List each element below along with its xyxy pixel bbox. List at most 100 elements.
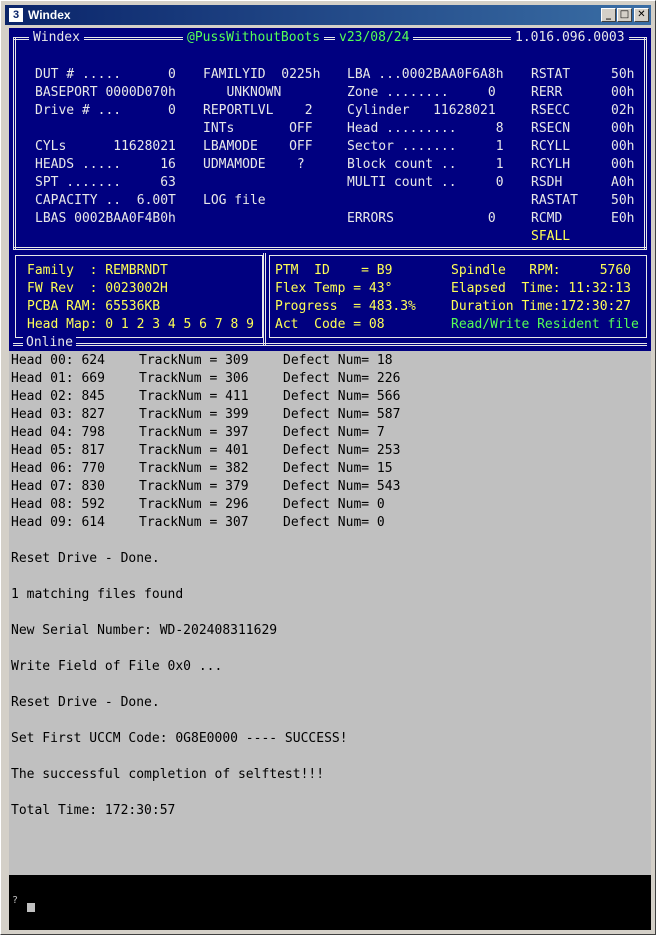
info-line: BASEPORT 0000D070h: [35, 85, 176, 100]
register-label: RSDH: [531, 175, 563, 190]
duration-time: Duration Time:172:30:27: [451, 299, 632, 314]
minimize-button[interactable]: _: [601, 8, 616, 22]
track-cell: TrackNum = 411: [139, 389, 249, 404]
info-line: ERRORS 0: [347, 211, 496, 226]
window-title: Windex: [28, 8, 71, 22]
defect-cell: Defect Num= 226: [283, 371, 401, 386]
frame-divider: [13, 247, 647, 250]
spindle-rpm: Spindle RPM: 5760: [451, 263, 632, 278]
register-value: 02h: [611, 103, 635, 118]
register-label: RERR: [531, 85, 563, 100]
close-button[interactable]: ✕: [634, 8, 649, 22]
info-line: Cylinder 11628021: [347, 103, 496, 118]
head-map-line: Head Map: 0 1 2 3 4 5 6 7 8 9: [27, 317, 254, 332]
family-line: Family : REMBRNDT: [27, 263, 168, 278]
register-value: 50h: [611, 193, 635, 208]
progress: Progress = 483.3%: [275, 299, 416, 314]
frame-bottom: [13, 343, 647, 346]
info-line: CYLs 11628021: [35, 139, 176, 154]
log-line: Write Field of File 0x0 ...: [11, 659, 223, 674]
register-value: 00h: [611, 85, 635, 100]
info-line: LOG file: [203, 193, 266, 208]
register-label: RSECC: [531, 103, 571, 118]
defect-cell: Defect Num= 15: [283, 461, 393, 476]
head-cell: Head 06: 770: [11, 461, 105, 476]
register-label: RASTAT: [531, 193, 578, 208]
info-line: SPT ....... 63: [35, 175, 176, 190]
log-line: The successful completion of selftest!!!: [11, 767, 325, 782]
defect-cell: Defect Num= 253: [283, 443, 401, 458]
info-line: LBA ...0002BAA0F6A8h: [347, 67, 504, 82]
log-line: 1 matching files found: [11, 587, 184, 602]
flex-temp: Flex Temp = 43°: [275, 281, 393, 296]
register-value: 00h: [611, 157, 635, 172]
mode-label: Read/Write Resident file: [451, 317, 639, 332]
track-cell: TrackNum = 306: [139, 371, 249, 386]
maximize-button[interactable]: □: [617, 8, 632, 22]
fw-rev-line: FW Rev : 0023002H: [27, 281, 168, 296]
register-label: RCYLH: [531, 157, 571, 172]
info-line: MULTI count .. 0: [347, 175, 504, 190]
track-cell: TrackNum = 307: [139, 515, 249, 530]
console-area[interactable]: Windex @PussWithoutBoots v23/08/24 1.016…: [9, 28, 651, 930]
track-cell: TrackNum = 379: [139, 479, 249, 494]
online-label: Online: [23, 335, 76, 351]
head-cell: Head 01: 669: [11, 371, 105, 386]
panel-divider: [263, 253, 266, 346]
head-cell: Head 00: 624: [11, 353, 105, 368]
info-line: Zone ........ 0: [347, 85, 496, 100]
info-line: DUT # ..... 0: [35, 67, 176, 82]
register-value: 50h: [611, 67, 635, 82]
register-value: 00h: [611, 121, 635, 136]
prompt-glyph: ?: [12, 895, 19, 906]
info-line: REPORTLVL 2: [203, 103, 313, 118]
header-app: Windex: [29, 29, 84, 47]
head-cell: Head 08: 592: [11, 497, 105, 512]
act-code: Act Code = 08: [275, 317, 385, 332]
log-line: Total Time: 172:30:57: [11, 803, 176, 818]
header-build: 1.016.096.0003: [511, 29, 629, 47]
log-line: Reset Drive - Done.: [11, 695, 160, 710]
defect-cell: Defect Num= 0: [283, 515, 385, 530]
windex-window: 3 Windex _ □ ✕ Windex @PussWithoutBoots …: [0, 0, 656, 935]
head-cell: Head 07: 830: [11, 479, 105, 494]
head-cell: Head 05: 817: [11, 443, 105, 458]
app-icon[interactable]: 3: [9, 8, 23, 22]
info-line: HEADS ..... 16: [35, 157, 176, 172]
info-line: Sector ....... 1: [347, 139, 504, 154]
info-line: UDMAMODE ?: [203, 157, 305, 172]
register-label: SFALL: [531, 229, 571, 244]
info-line: Block count .. 1: [347, 157, 504, 172]
defect-cell: Defect Num= 566: [283, 389, 401, 404]
header-version: v23/08/24: [335, 29, 414, 47]
log-line: New Serial Number: WD-202408311629: [11, 623, 278, 638]
text-cursor: [27, 903, 35, 912]
defect-cell: Defect Num= 7: [283, 425, 385, 440]
track-cell: TrackNum = 401: [139, 443, 249, 458]
pcba-ram-line: PCBA RAM: 65536KB: [27, 299, 161, 314]
defect-cell: Defect Num= 18: [283, 353, 393, 368]
register-label: RSTAT: [531, 67, 571, 82]
register-value: 00h: [611, 139, 635, 154]
command-prompt[interactable]: ?: [9, 875, 651, 930]
info-line: Drive # ... 0: [35, 103, 176, 118]
register-value: A0h: [611, 175, 635, 190]
defect-cell: Defect Num= 0: [283, 497, 385, 512]
log-line: Reset Drive - Done.: [11, 551, 160, 566]
ptm-id: PTM ID = B9: [275, 263, 393, 278]
title-bar[interactable]: 3 Windex _ □ ✕: [5, 5, 651, 25]
track-cell: TrackNum = 399: [139, 407, 249, 422]
header-user: @PussWithoutBoots: [183, 29, 325, 47]
track-cell: TrackNum = 309: [139, 353, 249, 368]
register-value: E0h: [611, 211, 635, 226]
register-label: RCMD: [531, 211, 563, 226]
register-label: RSECN: [531, 121, 571, 136]
info-line: Head ......... 8: [347, 121, 504, 136]
track-cell: TrackNum = 397: [139, 425, 249, 440]
head-cell: Head 09: 614: [11, 515, 105, 530]
info-line: UNKNOWN: [203, 85, 282, 100]
elapsed-time: Elapsed Time: 11:32:13: [451, 281, 632, 296]
head-cell: Head 02: 845: [11, 389, 105, 404]
track-cell: TrackNum = 382: [139, 461, 249, 476]
head-cell: Head 04: 798: [11, 425, 105, 440]
